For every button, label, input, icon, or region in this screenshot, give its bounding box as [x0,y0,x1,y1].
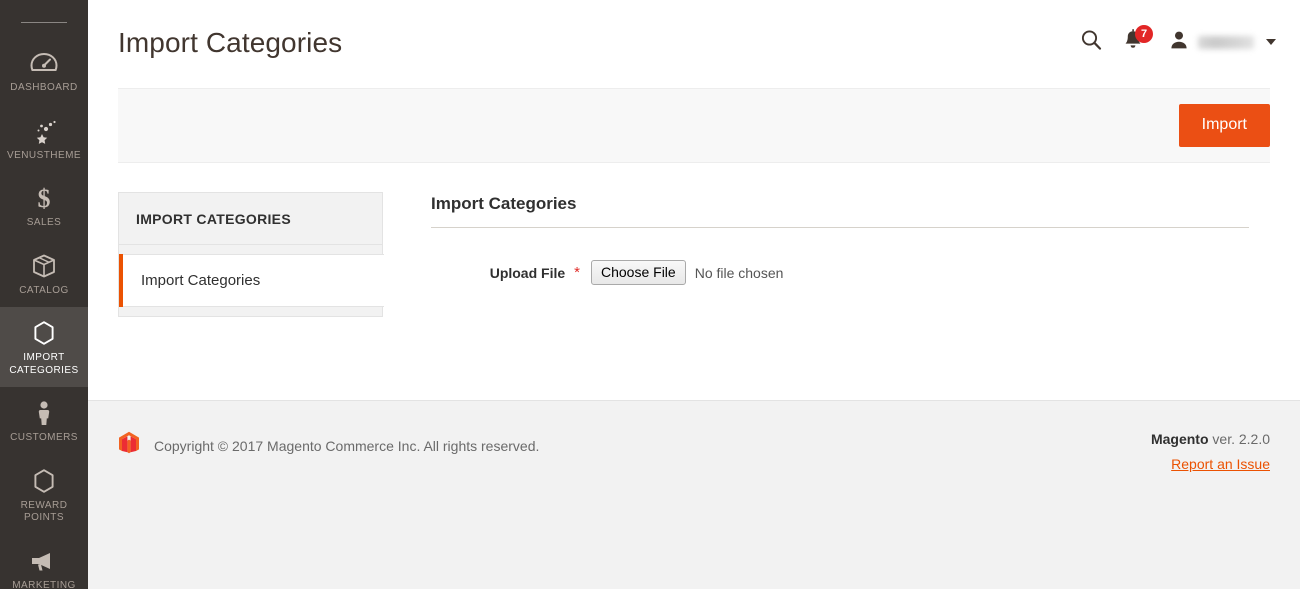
required-marker: * [574,264,580,281]
sidebar-label-dashboard: Dashboard [10,82,78,93]
upload-file-input[interactable]: Choose File No file chosen [591,260,783,285]
box-icon [4,251,84,281]
footer-brand: Magento [1150,431,1209,447]
import-button[interactable]: Import [1178,104,1270,147]
notifications-badge: 7 [1135,25,1153,43]
footer-left: Copyright © 2017 Magento Commerce Inc. A… [118,431,1270,461]
user-menu[interactable] [1168,24,1276,60]
sidebar-item-reward-points[interactable]: Reward Points [0,455,88,535]
sidebar-label-sales: Sales [26,217,62,228]
sidebar-item-venustheme[interactable]: Venustheme [0,105,88,173]
sidebar-label-reward-points: Reward Points [20,499,68,524]
user-avatar-icon [1168,29,1190,56]
footer-version-number: ver. 2.2.0 [1208,431,1270,447]
page-footer: Copyright © 2017 Magento Commerce Inc. A… [88,400,1300,589]
tabs-list: Import Categories [119,245,384,316]
header-actions: 7 [1070,24,1276,60]
hexagon-icon [4,318,84,348]
sparkle-icon [4,116,84,146]
sidebar-label-catalog: Catalog [19,284,69,296]
page-actions-toolbar: Import [118,88,1270,163]
tabs-column: IMPORT CATEGORIES Import Categories [118,188,384,400]
page-content: IMPORT CATEGORIES Import Categories Impo… [88,163,1300,400]
notifications-button[interactable]: 7 [1112,24,1154,60]
fieldset-title: Import Categories [431,194,1249,228]
svg-text:$: $ [38,184,51,212]
tab-import-categories[interactable]: Import Categories [119,254,384,307]
sidebar-divider [21,22,67,23]
sidebar-label-venustheme: Venustheme [7,149,81,161]
person-icon [4,398,84,428]
sidebar-item-import-categories[interactable]: Import Categories [0,307,88,387]
sidebar-item-marketing[interactable]: Marketing [0,535,88,589]
tabs-panel-title: IMPORT CATEGORIES [119,193,382,245]
footer-right: Magento ver. 2.2.0 Report an Issue [1151,431,1270,472]
page-header: Import Categories 7 [88,0,1300,88]
upload-file-field-row: Upload File * Choose File No file chosen [431,260,1270,285]
user-name-label [1198,35,1254,49]
main-sidebar: Dashboard Venustheme $ Sal [0,0,88,589]
tab-label: Import Categories [141,272,261,289]
tabs-panel: IMPORT CATEGORIES Import Categories [118,192,384,317]
sidebar-label-marketing: Marketing [12,579,76,589]
dollar-icon: $ [4,183,84,213]
upload-file-label: Upload File [489,264,566,281]
sidebar-item-customers[interactable]: Customers [0,387,88,455]
hexagon-icon [4,466,84,496]
file-status-text: No file chosen [694,264,784,281]
sidebar-label-import-categories: Import Categories [9,352,79,376]
megaphone-icon [4,546,84,576]
report-issue-link[interactable]: Report an Issue [1151,456,1270,472]
sidebar-item-dashboard[interactable]: Dashboard [0,37,88,105]
sidebar-item-catalog[interactable]: Catalog [0,240,88,308]
search-icon [1079,28,1103,57]
dashboard-icon [4,48,84,78]
upload-file-label-wrap: Upload File * [431,265,591,281]
footer-copyright: Copyright © 2017 Magento Commerce Inc. A… [154,438,540,454]
page-title: Import Categories [118,27,343,58]
choose-file-button[interactable]: Choose File [591,260,686,285]
sidebar-item-sales[interactable]: $ Sales [0,172,88,240]
search-button[interactable] [1070,24,1112,60]
footer-version: Magento ver. 2.2.0 [1151,431,1270,447]
admin-page: Dashboard Venustheme $ Sal [0,0,1300,589]
chevron-down-icon [1266,39,1276,45]
main-column: Import Categories 7 Import IMPORT CATEGO… [88,0,1300,589]
sidebar-label-customers: Customers [10,432,78,443]
magento-logo-icon [118,431,140,461]
form-column: Import Categories Upload File * Choose F… [383,188,1270,400]
